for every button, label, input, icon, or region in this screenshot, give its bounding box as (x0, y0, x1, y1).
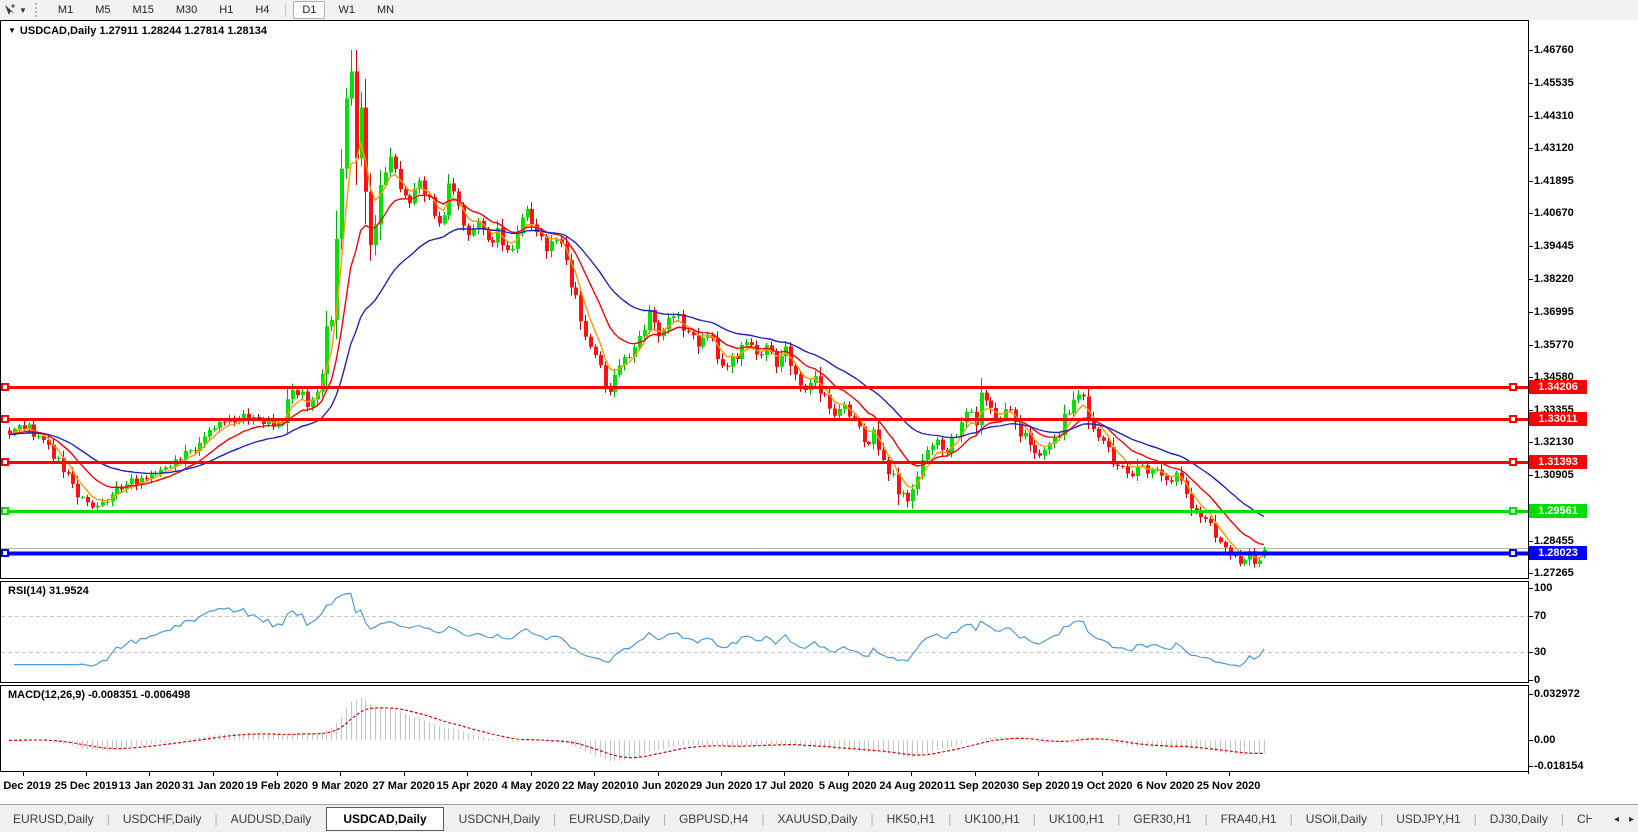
ohlc-values: 1.27911 1.28244 1.27814 1.28134 (99, 25, 268, 37)
date-tick-label: 10 Jun 2020 (626, 771, 689, 792)
axis-tick-label: 0 (1528, 674, 1541, 686)
axis-tick-label: 1.38220 (1529, 273, 1574, 286)
toolbar-separator (285, 3, 287, 17)
chart-tab-xauusd-daily[interactable]: XAUUSD,Daily (764, 808, 870, 830)
chart-tab-hk50-h1[interactable]: HK50,H1 (874, 808, 949, 830)
axis-tick-label: 1.40670 (1529, 207, 1574, 220)
timeframe-button-m5[interactable]: M5 (86, 1, 119, 19)
chart-tab-usdcnh-daily[interactable]: USDCNH,Daily (446, 808, 553, 830)
date-tick-label: 11 Sep 2020 (943, 771, 1007, 792)
collapse-caret-icon[interactable]: ▼ (8, 26, 16, 35)
chart-tab-eurusd-daily[interactable]: EURUSD,Daily (556, 808, 663, 830)
hline-price-badge: 1.28023 (1529, 545, 1587, 560)
price-chart-canvas[interactable] (1, 21, 1528, 578)
timeframe-button-w1[interactable]: W1 (329, 1, 364, 19)
chart-title: ▼ USDCAD,Daily 1.27911 1.28244 1.27814 1.… (8, 25, 267, 37)
hline-price-badge: 1.34206 (1529, 379, 1587, 394)
axis-tick-label: 0.032972 (1529, 688, 1580, 700)
date-tick-label: 6 Nov 2020 (1136, 771, 1195, 792)
timeframe-button-m1[interactable]: M1 (49, 1, 82, 19)
timeframe-button-mn[interactable]: MN (368, 1, 403, 19)
price-axis[interactable]: 1.46760 1.45535 1.44310 1.43120 1.41895 1.406… (1528, 20, 1638, 790)
chart-tab-dj30-daily[interactable]: DJ30,Daily (1477, 808, 1561, 830)
date-tick-label: 9 Mar 2020 (312, 771, 369, 792)
timeframe-button-h1[interactable]: H1 (210, 1, 242, 19)
chart-tab-audusd-daily[interactable]: AUDUSD,Daily (218, 808, 325, 830)
date-tick-label: 15 Apr 2020 (436, 771, 498, 792)
timeframe-toolbar: ▼ M1 M5 M15 M30 H1 H4 D1 W1 MN (0, 0, 1638, 21)
timeframe-buttons: M1 M5 M15 M30 H1 H4 D1 W1 MN (47, 1, 405, 19)
timeframe-button-m15[interactable]: M15 (123, 1, 162, 19)
chart-tab-china300-h1[interactable]: CHINA300,H1 (1564, 808, 1592, 830)
date-tick-label: 29 Jun 2020 (689, 771, 753, 792)
timeframe-button-h4[interactable]: H4 (246, 1, 278, 19)
chart-tab-list: EURUSD,Daily | USDCHF,Daily | AUDUSD,Daily US… (0, 805, 1592, 832)
axis-tick-label: 1.32130 (1529, 436, 1574, 449)
date-tick-label: 5 Aug 2020 (818, 771, 877, 792)
chart-tab-ger30-h1[interactable]: GER30,H1 (1120, 808, 1204, 830)
chart-window: ▼ USDCAD,Daily 1.27911 1.28244 1.27814 1.… (0, 20, 1638, 804)
crosshair-cursor-glyph (5, 3, 15, 15)
macd-indicator-label: MACD(12,26,9) -0.008351 -0.006498 (8, 689, 191, 701)
mt4-terminal: ▼ M1 M5 M15 M30 H1 H4 D1 W1 MN ▼ USDCAD,Daily 1.2… (0, 0, 1638, 832)
date-tick-label: 24 Aug 2020 (879, 771, 944, 792)
chevron-down-icon[interactable]: ▼ (19, 6, 27, 15)
date-axis[interactable]: 6 Dec 201925 Dec 201913 Jan 202031 Jan 2… (0, 771, 1529, 804)
axis-tick-label: 1.44310 (1529, 109, 1574, 122)
chart-tab-uk100-h1[interactable]: UK100,H1 (951, 808, 1032, 830)
axis-tick-label: 70 (1528, 609, 1547, 622)
chart-tab-gbpusd-h4[interactable]: GBPUSD,H4 (666, 808, 761, 830)
axis-tick-label: 0.00 (1528, 734, 1556, 747)
toolbar-grip-handle (34, 3, 41, 17)
hline-price-badge: 1.29561 (1529, 504, 1587, 519)
symbol-period-label: USDCAD,Daily (19, 25, 97, 37)
hline-price-badge: 1.33011 (1529, 411, 1587, 426)
tab-scroll-left-icon[interactable]: ◂ (1614, 814, 1619, 825)
axis-tick-label: 100 (1528, 582, 1553, 594)
hline-price-badge: 1.31393 (1529, 455, 1587, 470)
axis-tick-label: 1.43120 (1529, 141, 1574, 154)
axis-tick-label: 30 (1528, 646, 1547, 659)
axis-tick-label: 1.45535 (1529, 76, 1574, 89)
chart-tab-eurusd-daily[interactable]: EURUSD,Daily (0, 808, 107, 830)
axis-tick-label: 1.39445 (1529, 240, 1574, 253)
date-tick-label: 30 Sep 2020 (1006, 771, 1070, 792)
date-tick-label: 6 Dec 2019 (0, 771, 51, 793)
date-tick-label: 19 Feb 2020 (245, 771, 308, 792)
chart-tab-usdchf-daily[interactable]: USDCHF,Daily (110, 808, 215, 830)
axis-tick-label: 1.27265 (1529, 566, 1574, 579)
date-tick-label: 25 Nov 2020 (1196, 771, 1261, 792)
chart-tab-usdjpy-h1[interactable]: USDJPY,H1 (1383, 808, 1473, 830)
tab-scroll-arrows: ◂ ▸ (1607, 805, 1634, 832)
crosshair-cursor-icon[interactable]: ▼ (3, 3, 27, 17)
chart-tab-uk100-h1[interactable]: UK100,H1 (1036, 808, 1117, 830)
tab-scroll-right-icon[interactable]: ▸ (1629, 814, 1634, 825)
date-tick-label: 27 Mar 2020 (372, 771, 435, 792)
date-tick-label: 13 Jan 2020 (118, 771, 181, 792)
axis-tick-label: 1.36995 (1529, 305, 1574, 318)
date-tick-label: 31 Jan 2020 (182, 771, 244, 792)
macd-indicator-canvas[interactable] (1, 686, 1528, 771)
axis-tick-label: 1.46760 (1529, 44, 1574, 56)
timeframe-button-m30[interactable]: M30 (167, 1, 206, 19)
chart-tab-bar: EURUSD,Daily | USDCHF,Daily | AUDUSD,Daily US… (0, 804, 1638, 832)
date-tick-label: 19 Oct 2020 (1071, 771, 1133, 792)
date-tick-label: 22 May 2020 (561, 771, 627, 792)
axis-tick-label: 1.41895 (1529, 174, 1574, 187)
chart-tab-usdcad-daily[interactable]: USDCAD,Daily (326, 807, 444, 831)
chart-tab-fra40-h1[interactable]: FRA40,H1 (1208, 808, 1290, 830)
chart-frame-bottom (0, 771, 1529, 772)
axis-tick-label: -0.018154 (1529, 759, 1584, 772)
axis-tick-label: 1.35770 (1529, 338, 1574, 351)
date-tick-label: 25 Dec 2019 (54, 771, 118, 792)
rsi-indicator-canvas[interactable] (1, 582, 1528, 682)
axis-tick-label: 1.30905 (1529, 469, 1574, 482)
timeframe-button-d1[interactable]: D1 (293, 1, 326, 19)
date-tick-label: 17 Jul 2020 (754, 771, 814, 792)
rsi-indicator-label: RSI(14) 31.9524 (8, 585, 89, 597)
date-tick-label: 4 May 2020 (501, 771, 560, 792)
chart-tab-usoil-daily[interactable]: USOil,Daily (1293, 808, 1380, 830)
